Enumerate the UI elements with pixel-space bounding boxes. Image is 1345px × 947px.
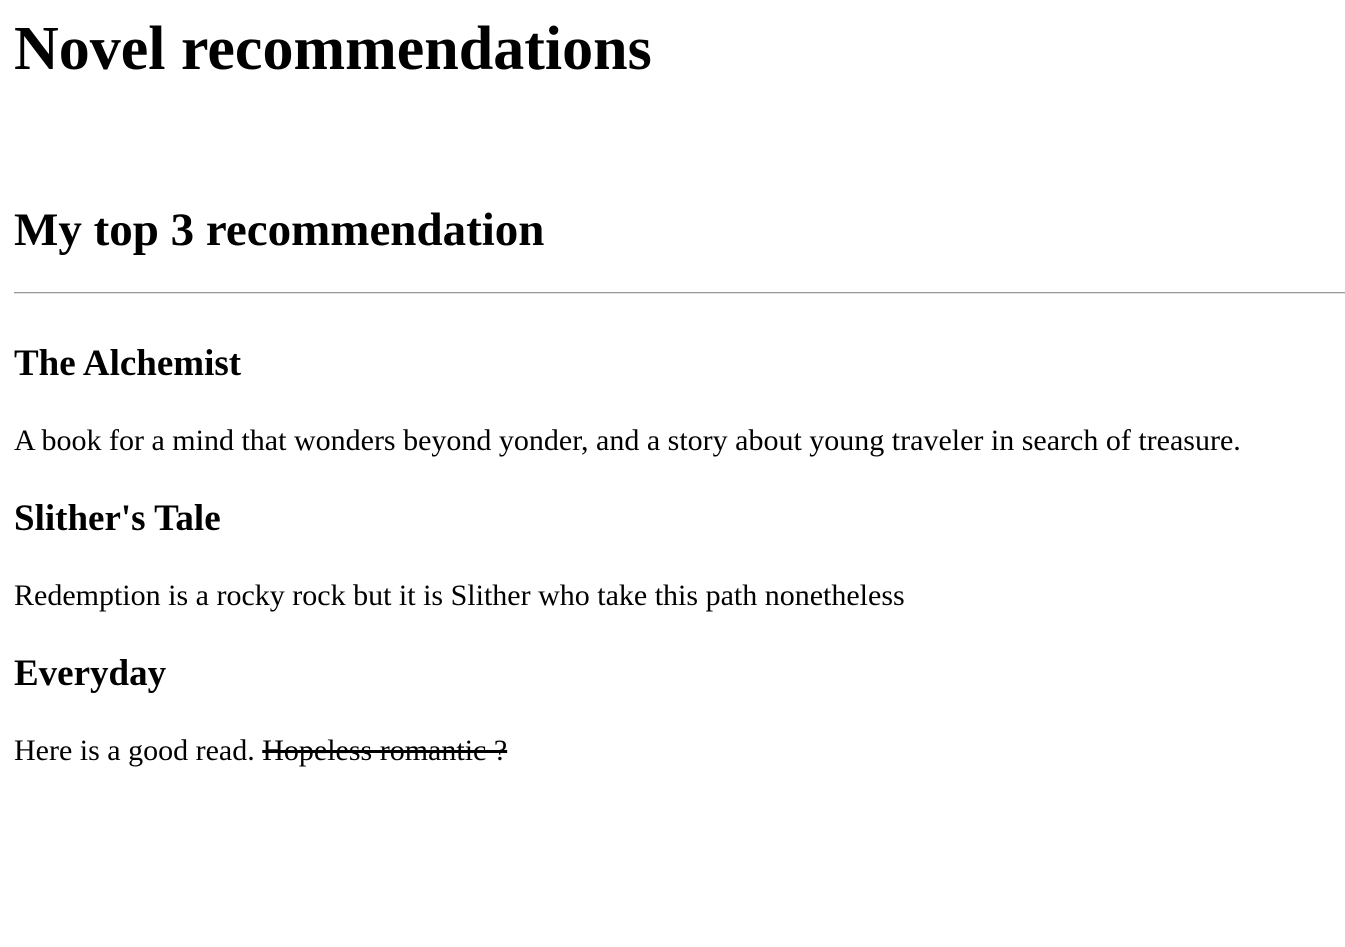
section-heading: My top 3 recommendation [14, 204, 545, 256]
book-description-alchemist: A book for a mind that wonders beyond yo… [14, 424, 1241, 457]
book-description-everyday: Here is a good read. Hopeless romantic ? [14, 734, 507, 769]
divider [14, 292, 1345, 294]
book-title-slithers-tale: Slither's Tale [14, 498, 221, 539]
description-text: Here is a good read. [14, 734, 255, 767]
book-title-alchemist: The Alchemist [14, 343, 242, 384]
book-title-everyday: Everyday [14, 653, 167, 694]
struck-through-text: Hopeless romantic ? [262, 734, 508, 767]
book-description-slithers-tale: Redemption is a rocky rock but it is Sli… [14, 579, 905, 612]
page-title: Novel recommendations [14, 15, 652, 83]
